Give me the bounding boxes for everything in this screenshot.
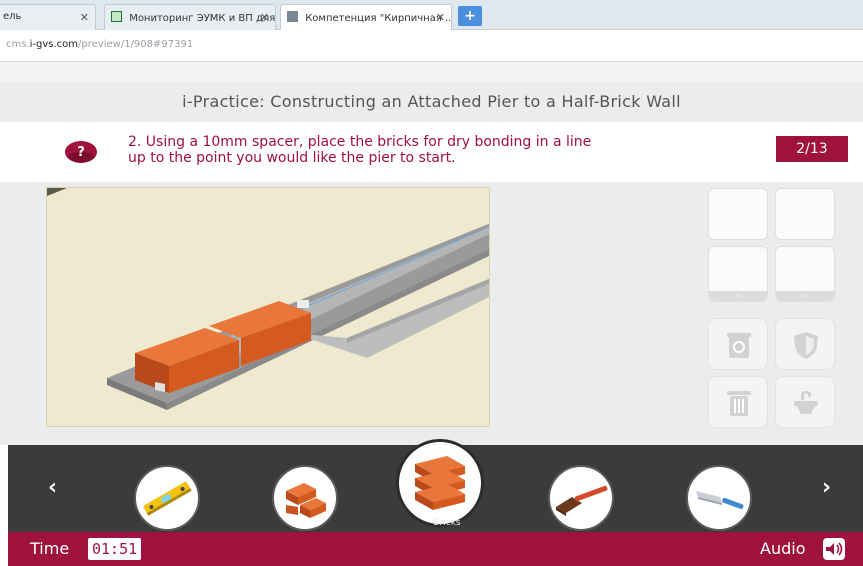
address-bar[interactable]: cms.i-gvs.com/preview/1/908#97391	[0, 30, 863, 62]
content-gap	[0, 62, 863, 82]
inventory-slot-3[interactable]: ‹	[708, 246, 768, 302]
url-prefix: cms.	[6, 39, 30, 50]
audio-label: Audio	[760, 539, 806, 558]
close-icon[interactable]: ✕	[436, 11, 445, 24]
carousel-next-button[interactable]: ›	[822, 475, 831, 500]
close-icon[interactable]: ✕	[260, 11, 269, 24]
speaker-icon	[826, 542, 843, 556]
question-line-1: 2. Using a 10mm spacer, place the bricks…	[128, 134, 592, 150]
trowel-icon	[696, 491, 744, 510]
step-counter: 2/13	[776, 136, 848, 162]
slot-next-caption[interactable]: ›	[776, 291, 834, 301]
browser-tab-2[interactable]: Мониторинг ЭУМК и ВП для ... ✕	[104, 4, 276, 30]
slot-prev-caption[interactable]: ‹	[709, 291, 767, 301]
trash-button[interactable]	[708, 376, 768, 428]
svg-text:?: ?	[77, 145, 85, 160]
question-panel: ? 2. Using a 10mm spacer, place the bric…	[8, 124, 855, 180]
stacked-bricks-icon	[415, 456, 465, 510]
url-host: i-gvs.com	[29, 39, 79, 50]
url-path: /preview/1/908#97391	[78, 39, 194, 50]
lesson-title: i-Practice: Constructing an Attached Pie…	[182, 92, 681, 111]
tool-stacked-bricks[interactable]	[396, 439, 484, 527]
recycle-icon	[727, 333, 751, 358]
document-icon	[287, 11, 298, 22]
time-label: Time	[30, 539, 70, 558]
recycle-button[interactable]	[708, 318, 768, 370]
tab-label: ель	[3, 11, 22, 22]
inventory-slot-1[interactable]	[708, 188, 768, 240]
spreadsheet-icon	[111, 11, 122, 22]
lesson-title-bar: i-Practice: Constructing an Attached Pie…	[0, 82, 863, 122]
tab-label: Мониторинг ЭУМК и ВП для ...	[129, 13, 276, 24]
question-line-2: up to the point you would like the pier …	[128, 150, 456, 166]
wall-scene-drawing	[47, 188, 489, 426]
tool-trowel[interactable]	[686, 465, 752, 531]
shield-button[interactable]	[775, 318, 835, 370]
status-bar: Time 01:51 Audio	[8, 532, 863, 566]
url-text[interactable]: cms.i-gvs.com/preview/1/908#97391	[6, 39, 193, 50]
carousel-prev-button[interactable]: ‹	[48, 475, 57, 500]
3d-scene[interactable]	[46, 187, 490, 427]
brush-icon	[556, 485, 608, 516]
spirit-level-icon	[143, 481, 192, 516]
tool-loose-bricks[interactable]	[272, 465, 338, 531]
browser-tabstrip: ель ✕ Мониторинг ЭУМК и ВП для ... ✕ Ком…	[0, 0, 863, 30]
tab-label: Компетенция "Кирпичная ...	[305, 13, 452, 24]
audio-button[interactable]	[823, 538, 845, 560]
tool-brush[interactable]	[548, 465, 614, 531]
tool-spirit-level[interactable]	[134, 465, 200, 531]
selected-tool-label: Bricks	[433, 518, 461, 528]
tap-button[interactable]	[775, 376, 835, 428]
browser-tab-3[interactable]: Компетенция "Кирпичная ... ✕	[280, 4, 452, 30]
practice-stage: ‹ ›	[0, 182, 863, 445]
app-frame: ель ✕ Мониторинг ЭУМК и ВП для ... ✕ Ком…	[0, 0, 863, 566]
trash-icon	[727, 391, 751, 416]
inventory-slot-2[interactable]	[775, 188, 835, 240]
close-icon[interactable]: ✕	[80, 11, 89, 24]
time-value: 01:51	[88, 538, 142, 560]
inventory-slot-4[interactable]: ›	[775, 246, 835, 302]
tap-icon	[794, 391, 818, 414]
shield-icon	[794, 332, 818, 359]
question-icon: ?	[65, 141, 97, 163]
loose-bricks-icon	[286, 483, 326, 518]
tool-carousel: ‹ › Bricks	[8, 439, 863, 532]
new-tab-button[interactable]: +	[458, 6, 482, 26]
browser-tab-1[interactable]: ель ✕	[0, 4, 96, 30]
question-text: 2. Using a 10mm spacer, place the bricks…	[128, 134, 748, 166]
